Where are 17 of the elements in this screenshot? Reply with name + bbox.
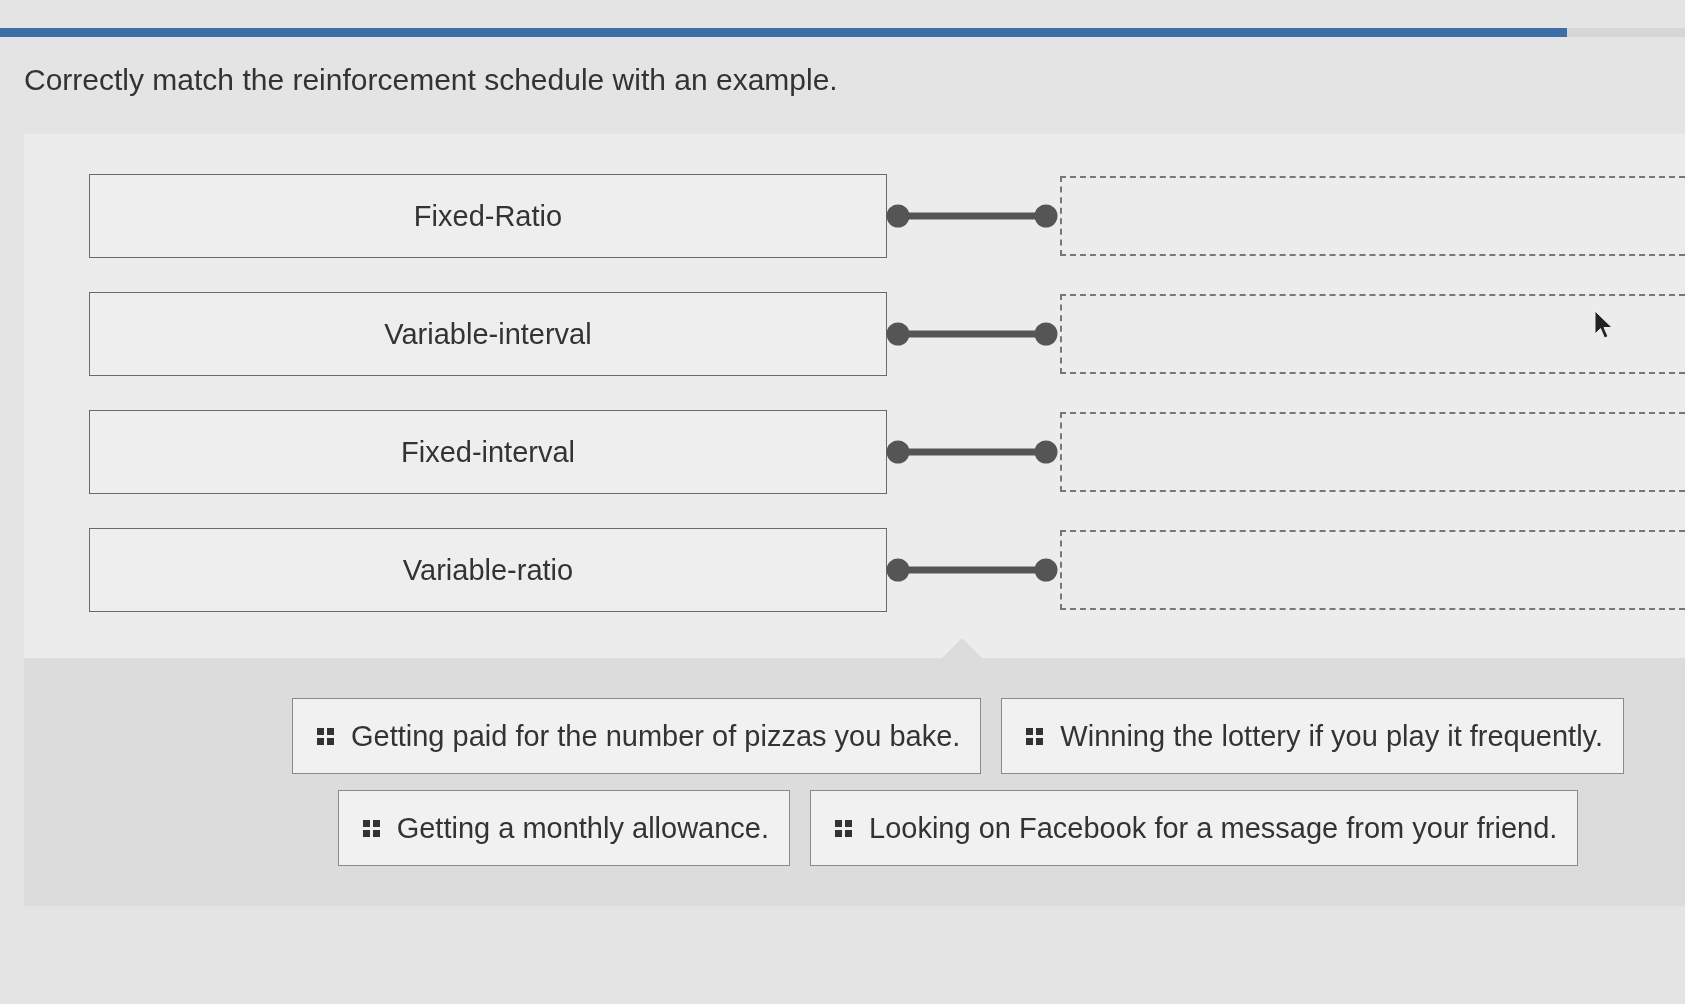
drag-handle-icon xyxy=(362,819,380,837)
term-card: Variable-ratio xyxy=(89,528,887,612)
mouse-pointer-icon xyxy=(1594,310,1614,340)
drag-handle-icon xyxy=(1026,727,1044,745)
term-card: Fixed-Ratio xyxy=(89,174,887,258)
drag-handle-icon xyxy=(316,727,334,745)
answer-option[interactable]: Getting a monthly allowance. xyxy=(337,790,791,866)
term-card: Variable-interval xyxy=(89,292,887,376)
answer-option[interactable]: Winning the lottery if you play it frequently. xyxy=(1001,698,1624,774)
drop-zone[interactable] xyxy=(1060,176,1685,256)
term-card: Fixed-interval xyxy=(89,410,887,494)
question-text: Correctly match the reinforcement schedule with an example. xyxy=(24,62,838,98)
answer-option[interactable]: Getting paid for the number of pizzas you bake. xyxy=(291,698,982,774)
drop-zone[interactable] xyxy=(1060,530,1685,610)
drop-zone[interactable] xyxy=(1060,412,1685,492)
drag-handle-icon xyxy=(835,819,853,837)
answer-option[interactable]: Looking on Facebook for a message from your friend. xyxy=(810,790,1579,866)
